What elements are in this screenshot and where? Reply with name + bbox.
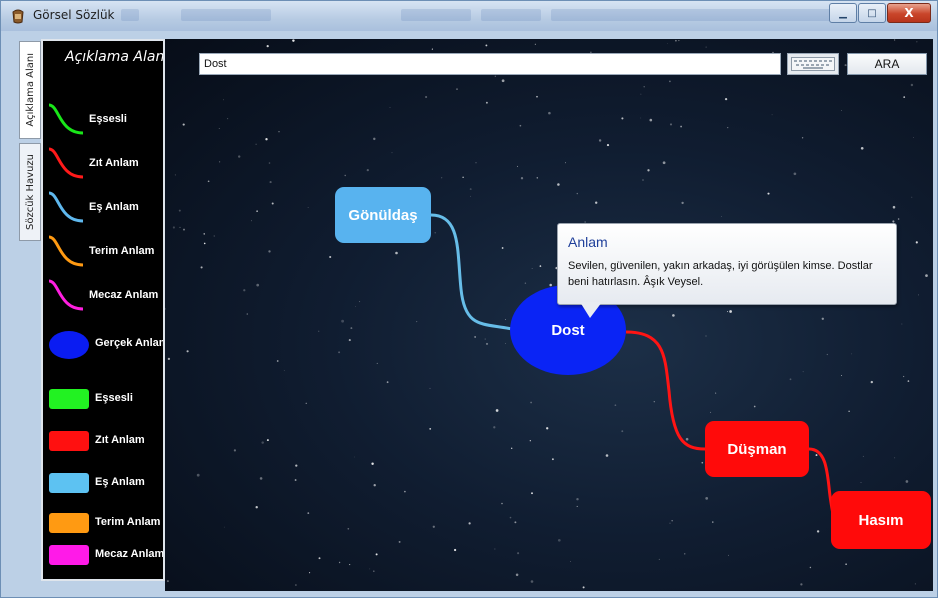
orange-swatch-icon [49,513,89,533]
orange-curve-icon [48,235,84,267]
link-gonuldas-dost [430,213,513,331]
legend-item-terim-anlam-line: Terim Anlam [43,231,163,271]
tab-aciklama-alani[interactable]: Açıklama Alanı [19,41,41,139]
legend-item-mecaz-anlam: Mecaz Anlam [95,548,165,560]
client-area: Açıklama Alanı Sözcük Havuzu Açıklama Al… [7,31,933,593]
link-dusman-hasim [808,447,835,522]
tooltip-title: Anlam [568,234,608,250]
minimize-button[interactable]: ▁ [829,3,857,23]
legend-item-essesli: Eşsesli [95,392,133,404]
legend-item-zit-anlam-line: Zıt Anlam [43,143,163,183]
legend-item-mecaz-anlam-line: Mecaz Anlam [43,275,163,315]
node-hasim[interactable]: Hasım [831,491,931,549]
background-ghost [481,9,541,21]
maximize-button[interactable]: □ [858,3,886,23]
node-gonuldas[interactable]: Gönüldaş [335,187,431,243]
legend-title: Açıklama Alanı [65,49,165,65]
green-curve-icon [48,103,84,135]
background-ghost [121,9,139,21]
blue-curve-icon [48,191,84,223]
background-ghost [401,9,471,21]
background-ghost [181,9,271,21]
app-icon [12,9,24,24]
green-swatch-icon [49,389,89,409]
title-bar: Görsel Sözlük ▁ □ X [1,1,937,31]
background-ghost [551,9,851,21]
window-bottom-border [1,591,937,597]
legend-panel: Açıklama Alanı Eşsesli Zıt Anlam Eş Anla… [41,39,165,581]
window-title: Görsel Sözlük [33,8,115,22]
tooltip-body: Sevilen, güvenilen, yakın arkadaş, iyi g… [568,260,873,288]
close-button[interactable]: X [887,3,931,23]
window-controls: ▁ □ X [828,3,931,23]
graph-canvas[interactable]: ARA Gönüldaş Dost Düşman Hasım Anlam Sev… [165,39,933,593]
node-dusman[interactable]: Düşman [705,421,809,477]
legend-item-zit-anlam: Zıt Anlam [95,434,145,446]
red-curve-icon [48,147,84,179]
red-swatch-icon [49,431,89,451]
app-window: Görsel Sözlük ▁ □ X Açıklama Alanı Sözcü… [0,0,938,598]
magenta-swatch-icon [49,545,89,565]
blue-ellipse-icon [49,331,89,359]
legend-item-gercek-anlam: Gerçek Anlam [95,337,165,349]
meaning-tooltip: Anlam Sevilen, güvenilen, yakın arkadaş,… [557,223,897,318]
legend-item-essesli-line: Eşsesli [43,99,163,139]
magenta-curve-icon [48,279,84,311]
link-dost-dusman [625,330,706,451]
legend-item-es-anlam: Eş Anlam [95,476,145,488]
tab-sozcuk-havuzu[interactable]: Sözcük Havuzu [19,143,41,241]
legend-item-terim-anlam: Terim Anlam [95,516,161,528]
light-blue-swatch-icon [49,473,89,493]
tooltip-pointer [580,302,602,318]
legend-item-es-anlam-line: Eş Anlam [43,187,163,227]
